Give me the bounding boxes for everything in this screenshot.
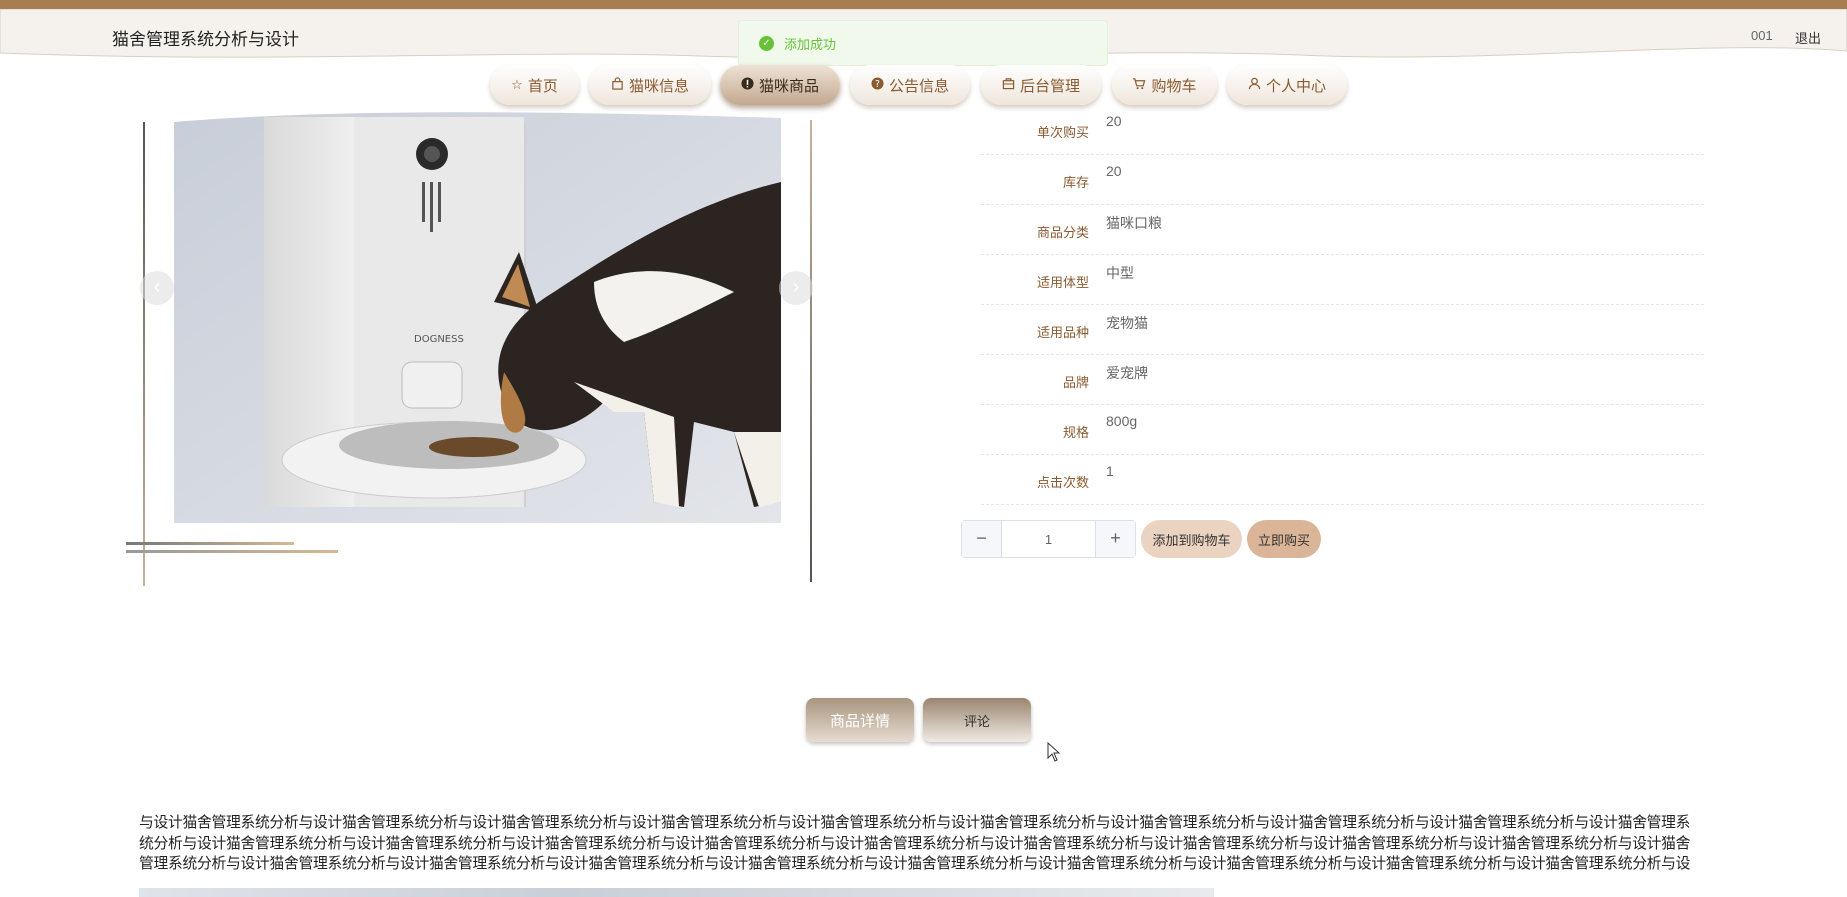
spec-row-category: 商品分类 猫咪口粮 — [981, 205, 1704, 255]
spec-row-specification: 规格 800g — [981, 405, 1704, 455]
spec-value: 20 — [1106, 163, 1122, 179]
spec-row-brand: 品牌 爱宠牌 — [981, 355, 1704, 405]
bag-icon — [611, 77, 624, 93]
nav-item-home[interactable]: ☆ 首页 — [490, 65, 579, 105]
spec-label: 单次购买 — [1036, 125, 1089, 140]
nav-item-label: 猫咪信息 — [628, 77, 689, 95]
logout-link[interactable]: 退出 — [1795, 28, 1821, 47]
spec-row-single-purchase: 单次购买 20 — [981, 105, 1704, 155]
spec-label: 品牌 — [1062, 375, 1089, 390]
nav-item-label: 个人中心 — [1265, 77, 1326, 95]
quantity-increase-button[interactable]: + — [1095, 521, 1135, 557]
user-icon — [1248, 77, 1261, 93]
spec-value: 800g — [1106, 413, 1138, 429]
quantity-stepper: − + — [961, 520, 1136, 558]
nav-item-announcements[interactable]: ? 公告信息 — [850, 65, 970, 105]
product-gallery: DOGNESS ‹ › — [126, 112, 816, 586]
gallery-next-arrow[interactable]: › — [779, 271, 813, 305]
site-title: 猫舍管理系统分析与设计 — [112, 30, 299, 49]
nav-item-label: 公告信息 — [888, 77, 949, 95]
product-image: DOGNESS — [174, 112, 781, 523]
gallery-frame-line — [126, 542, 294, 545]
spec-row-body-size: 适用体型 中型 — [981, 255, 1704, 305]
spec-row-click-count: 点击次数 1 — [981, 455, 1704, 505]
spec-value: 中型 — [1106, 265, 1134, 281]
product-description: 与设计猫舍管理系统分析与设计猫舍管理系统分析与设计猫舍管理系统分析与设计猫舍管理… — [139, 815, 1691, 872]
spec-label: 规格 — [1062, 425, 1089, 440]
nav-item-cart[interactable]: 购物车 — [1112, 65, 1217, 105]
box-icon — [1002, 77, 1015, 93]
description-image — [139, 888, 1214, 897]
spec-row-breed: 适用品种 宠物猫 — [981, 305, 1704, 355]
nav-item-cat-info[interactable]: 猫咪信息 — [589, 65, 711, 105]
spec-value: 20 — [1106, 113, 1122, 129]
spec-value: 爱宠牌 — [1106, 365, 1148, 381]
nav-item-label: 猫咪商品 — [758, 77, 819, 95]
user-id: 001 — [1751, 28, 1773, 43]
nav-item-label: 购物车 — [1151, 77, 1197, 95]
top-accent-strip — [0, 0, 1847, 9]
question-circle-icon: ? — [871, 77, 884, 93]
check-icon: ✓ — [759, 35, 774, 51]
nav-item-admin[interactable]: 后台管理 — [981, 65, 1101, 105]
quantity-input[interactable] — [1002, 521, 1095, 557]
spec-label: 商品分类 — [1036, 225, 1089, 240]
buy-now-button[interactable]: 立即购买 — [1247, 520, 1321, 558]
tab-product-detail[interactable]: 商品详情 — [806, 698, 914, 742]
product-specs: 单次购买 20 库存 20 商品分类 猫咪口粮 适用体型 中型 适用品种 宠物猫… — [981, 105, 1704, 505]
star-icon: ☆ — [511, 77, 523, 92]
nav-item-cat-products[interactable]: 猫咪商品 — [720, 65, 840, 105]
success-toast: ✓ 添加成功 — [738, 20, 1108, 66]
toast-message: 添加成功 — [784, 36, 837, 52]
nav-item-user-center[interactable]: 个人中心 — [1227, 65, 1347, 105]
cart-icon — [1132, 77, 1146, 93]
mouse-cursor-icon — [1047, 742, 1061, 762]
nav-item-label: 首页 — [527, 77, 558, 95]
spec-label: 适用体型 — [1036, 275, 1089, 290]
spec-label: 点击次数 — [1036, 475, 1089, 490]
spec-value: 猫咪口粮 — [1106, 215, 1162, 231]
spec-value: 宠物猫 — [1106, 315, 1148, 331]
tab-comments[interactable]: 评论 — [923, 698, 1031, 742]
spec-row-stock: 库存 20 — [981, 155, 1704, 205]
quantity-decrease-button[interactable]: − — [962, 521, 1002, 557]
main-nav: ☆ 首页 猫咪信息 猫咪商品 ? 公告信息 后台管理 购物车 个人中心 — [0, 65, 1847, 107]
nav-item-label: 后台管理 — [1019, 77, 1080, 95]
image-brand-text: DOGNESS — [414, 334, 464, 345]
spec-value: 1 — [1106, 463, 1114, 479]
spec-label: 适用品种 — [1036, 325, 1089, 340]
gallery-frame-line — [126, 550, 338, 553]
gallery-frame-line — [143, 122, 145, 586]
svg-text:?: ? — [875, 79, 880, 90]
add-to-cart-button[interactable]: 添加到购物车 — [1141, 520, 1242, 558]
gallery-frame-line — [810, 120, 812, 582]
spec-label: 库存 — [1062, 175, 1089, 190]
exclamation-circle-icon — [741, 77, 754, 93]
gallery-prev-arrow[interactable]: ‹ — [140, 271, 174, 305]
